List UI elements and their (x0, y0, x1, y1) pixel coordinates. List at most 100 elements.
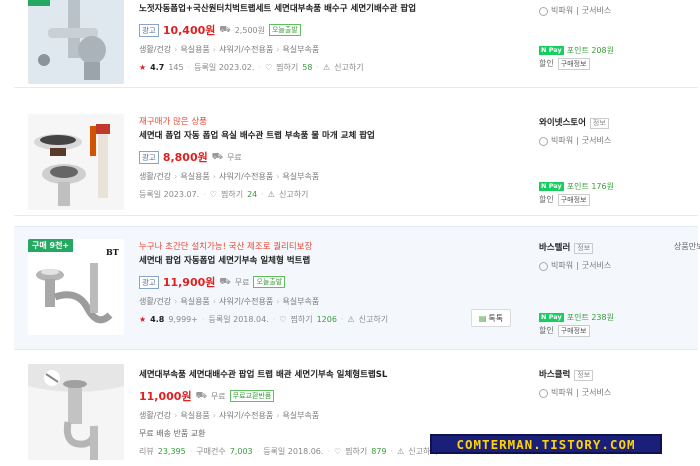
store-products-label[interactable]: 상품만보기 (674, 242, 700, 251)
store-name[interactable]: 바스클럭 정보 (539, 368, 699, 382)
heart-icon[interactable]: ♡ (265, 60, 272, 76)
category-item[interactable]: 욕실부속품 (282, 45, 319, 54)
category-item[interactable]: 욕실용품 (180, 45, 209, 54)
divider: · (258, 63, 261, 72)
product-title[interactable]: 세면대 폽업 자동 폽업 욕실 배수관 트랩 부속품 물 마개 교체 팝업 (139, 129, 519, 143)
chevron-right-icon: › (212, 172, 216, 181)
product-thumbnail[interactable] (28, 114, 124, 210)
category-item[interactable]: 생활/건강 (139, 411, 171, 420)
report-link[interactable]: 신고하기 (334, 60, 363, 76)
chevron-right-icon: › (276, 411, 280, 420)
product-price: 10,400원 (162, 24, 216, 37)
favorite-count: 24 (247, 190, 258, 199)
npay-row: N Pay 포인트 208원 (539, 44, 699, 57)
review-label: 리뷰 (139, 447, 154, 456)
category-path: 생활/건강 › 욕실용품 › 샤워기/수전용품 › 욕실부속품 (139, 294, 519, 310)
favorite-label[interactable]: 찜하기 (345, 444, 367, 460)
divider: · (390, 447, 394, 456)
chevron-right-icon: › (174, 411, 178, 420)
store-info-badge[interactable]: 정보 (574, 242, 594, 254)
delivery-tag: 오늘출발 (268, 24, 301, 36)
heart-icon[interactable]: ♡ (334, 444, 341, 460)
category-item[interactable]: 욕실부속품 (282, 172, 319, 181)
purchase-count: 7,003 (229, 447, 253, 456)
product-info: 누구나 초간단 설치가능! 국산 제조로 퀄리티보장 세면대 팝업 자동폽업 세… (139, 241, 519, 328)
seller-badge: 굿서비스 (581, 136, 612, 145)
category-item[interactable]: 생활/건강 (139, 45, 171, 54)
category-item[interactable]: 욕실용품 (180, 411, 209, 420)
category-item[interactable]: 샤워기/수전용품 (219, 297, 273, 306)
svg-text:BT: BT (106, 247, 119, 257)
category-path: 생활/건강 › 욕실용품 › 샤워기/수전용품 › 욕실부속품 (139, 42, 519, 58)
store-name[interactable]: 와이넷스토어 정보 (539, 116, 699, 130)
store-name-text[interactable]: 바스텔러 (539, 241, 570, 255)
price-row: 광고 8,800원 ⛟ 무료 (139, 147, 519, 167)
product-title[interactable]: 세면대부속품 세면대배수관 팝업 트랩 배관 세면기부속 일체형트랩SL (139, 368, 519, 382)
product-title[interactable]: 노젓자동폽업+국산원터치벅트랩세트 세면대부속품 배수구 세면기배수관 팝업 (139, 2, 519, 16)
product-thumbnail[interactable]: BT 구매 9천+ (28, 239, 124, 335)
store-info-badge[interactable]: 정보 (589, 117, 609, 129)
seller-badge: 빅파워 (551, 388, 574, 397)
category-item[interactable]: 샤워기/수전용품 (219, 45, 273, 54)
product-thumbnail[interactable] (28, 0, 124, 84)
seller-badge: 굿서비스 (581, 6, 612, 15)
category-item[interactable]: 샤워기/수전용품 (219, 172, 273, 181)
category-item[interactable]: 샤워기/수전용품 (219, 411, 273, 420)
divider: · (261, 190, 264, 199)
seller-info: 빅파워 | 굿서비스 N Pay 포인트 208원 할인 구매정보 (539, 4, 699, 71)
product-thumbnail[interactable] (28, 364, 124, 460)
heart-icon[interactable]: ♡ (279, 312, 286, 328)
divider: | (576, 6, 579, 15)
category-item[interactable]: 욕실부속품 (282, 297, 319, 306)
divider: | (576, 261, 579, 270)
divider: · (201, 315, 205, 324)
chevron-right-icon: › (212, 297, 216, 306)
product-title[interactable]: 세면대 팝업 자동폽업 세면기부속 일체형 벅트랩 (139, 254, 519, 268)
seller-info: 바스클럭 정보 빅파워 | 굿서비스 (539, 368, 699, 400)
review-count[interactable]: 145 (168, 60, 183, 76)
purchase-info-button[interactable]: 구매정보 (557, 194, 590, 206)
store-products-link[interactable]: 상품만보기› (674, 241, 700, 252)
talk-talk-button[interactable]: ▤ 톡톡 (471, 309, 511, 327)
category-item[interactable]: 생활/건강 (139, 172, 171, 181)
store-name-text[interactable]: 와이넷스토어 (539, 116, 586, 130)
product-price: 8,800원 (162, 151, 208, 164)
favorite-label[interactable]: 찜하기 (290, 312, 312, 328)
alarm-icon: ⚠ (397, 447, 405, 456)
divider: · (316, 63, 319, 72)
purchase-label: 구매건수 (196, 447, 226, 456)
product-info: 재구매가 많은 상품 세면대 폽업 자동 폽업 욕실 배수관 트랩 부속품 물 … (139, 116, 519, 203)
return-tag: 무료교환반품 (229, 390, 275, 402)
category-item[interactable]: 욕실용품 (180, 297, 209, 306)
divider: · (256, 447, 260, 456)
seller-badge: 빅파워 (551, 261, 574, 270)
purchase-info-button[interactable]: 구매정보 (557, 325, 590, 337)
registered-date: 등록일 2023.02. (194, 63, 255, 72)
chevron-right-icon: › (212, 411, 216, 420)
store-info-badge[interactable]: 정보 (574, 369, 594, 381)
talk-label: 톡톡 (488, 313, 504, 323)
heart-icon[interactable]: ♡ (210, 187, 217, 203)
purchase-info-button[interactable]: 구매정보 (557, 58, 590, 70)
seller-badge: 빅파워 (551, 6, 574, 15)
review-total[interactable]: 23,395 (158, 444, 186, 460)
store-name-text[interactable]: 바스클럭 (539, 368, 570, 382)
shipping-fee: 무료 (210, 391, 226, 401)
report-link[interactable]: 신고하기 (279, 187, 308, 203)
favorite-label[interactable]: 찜하기 (221, 187, 243, 203)
seller-badge: 굿서비스 (581, 388, 612, 397)
category-item[interactable]: 욕실부속품 (282, 411, 319, 420)
star-icon: ★ (139, 63, 147, 72)
chevron-right-icon: › (212, 45, 216, 54)
review-count[interactable]: 9,999+ (168, 312, 198, 328)
category-path: 생활/건강 › 욕실용품 › 샤워기/수전용품 › 욕실부속품 (139, 169, 519, 185)
price-row: 광고 10,400원 ⛟ 2,500원 오늘출발 (139, 20, 519, 40)
report-link[interactable]: 신고하기 (359, 312, 388, 328)
favorite-label[interactable]: 찜하기 (276, 60, 298, 76)
chevron-right-icon: › (276, 297, 280, 306)
delivery-tag: 오늘출발 (253, 276, 286, 288)
category-item[interactable]: 생활/건강 (139, 297, 171, 306)
category-item[interactable]: 욕실용품 (180, 172, 209, 181)
chevron-right-icon: › (174, 45, 178, 54)
point-amount: 포인트 176원 (566, 182, 614, 191)
